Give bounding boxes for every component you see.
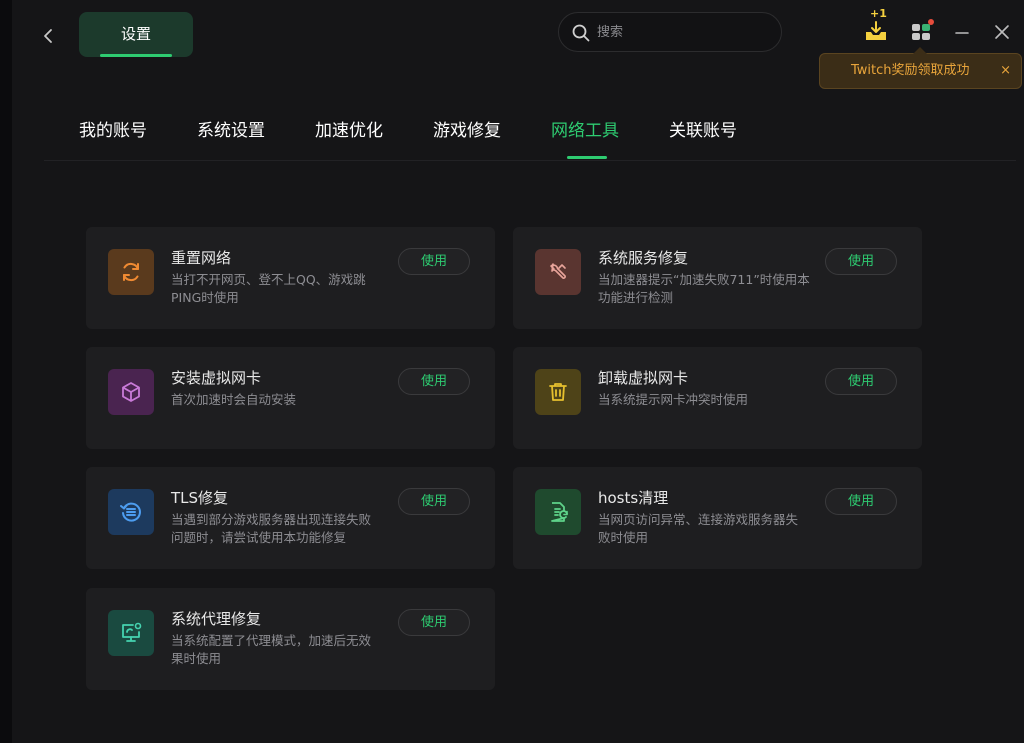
tool-icon-tile bbox=[108, 489, 154, 535]
tab-linked-accounts[interactable]: 关联账号 bbox=[669, 116, 737, 141]
tool-description: 首次加速时会自动安装 bbox=[171, 392, 297, 407]
monitor-icon bbox=[122, 622, 142, 642]
use-button-service-repair[interactable]: 使用 bbox=[825, 248, 897, 275]
nav-divider bbox=[44, 160, 1016, 161]
tool-description: 当遇到部分游戏服务器出现连接失败问题时，请尝试使用本功能修复 bbox=[171, 512, 372, 545]
gift-inbox-icon bbox=[866, 21, 886, 40]
tool-icon-tile bbox=[108, 249, 154, 295]
search-input[interactable] bbox=[597, 13, 767, 51]
tool-description: 当加速器提示“加速失败711”时使用本功能进行检测 bbox=[598, 272, 810, 305]
use-button-reset-network[interactable]: 使用 bbox=[398, 248, 470, 275]
settings-tab[interactable]: 设置 bbox=[79, 12, 193, 57]
toast-message: Twitch奖励领取成功 bbox=[851, 63, 970, 78]
tool-title: TLS修复 bbox=[171, 489, 229, 507]
tool-title: 卸载虚拟网卡 bbox=[598, 369, 689, 387]
close-button[interactable] bbox=[992, 22, 1012, 42]
settings-tab-underline bbox=[100, 54, 172, 57]
toast-close-button[interactable]: × bbox=[1000, 54, 1011, 88]
tab-network-tools[interactable]: 网络工具 bbox=[551, 116, 619, 159]
settings-tab-label: 设置 bbox=[120, 25, 151, 43]
use-button-install-adapter[interactable]: 使用 bbox=[398, 368, 470, 395]
minimize-icon bbox=[955, 32, 969, 34]
trash-icon bbox=[549, 383, 567, 401]
tool-description: 当系统配置了代理模式，加速后无效果时使用 bbox=[171, 633, 372, 666]
tool-title: 系统服务修复 bbox=[598, 249, 689, 267]
use-button-uninstall-adapter[interactable]: 使用 bbox=[825, 368, 897, 395]
tool-description: 当系统提示网卡冲突时使用 bbox=[598, 392, 749, 407]
reward-toast: Twitch奖励领取成功 × bbox=[819, 47, 1022, 89]
minimize-button[interactable] bbox=[952, 22, 972, 42]
tls-icon bbox=[120, 502, 141, 522]
tool-card-uninstall-adapter: 卸载虚拟网卡 当系统提示网卡冲突时使用 使用 bbox=[513, 347, 922, 449]
search-box[interactable] bbox=[558, 12, 782, 52]
tool-card-proxy-repair: 系统代理修复 当系统配置了代理模式，加速后无效果时使用 使用 bbox=[86, 588, 495, 690]
tool-card-install-adapter: 安装虚拟网卡 首次加速时会自动安装 使用 bbox=[86, 347, 495, 449]
close-icon bbox=[995, 25, 1009, 39]
wrench-icon bbox=[550, 263, 566, 279]
reward-button[interactable] bbox=[860, 10, 892, 46]
use-button-hosts-clean[interactable]: 使用 bbox=[825, 488, 897, 515]
refresh-icon bbox=[123, 262, 139, 282]
tab-system-settings[interactable]: 系统设置 bbox=[197, 116, 265, 141]
tool-description: 当网页访问异常、连接游戏服务器失败时使用 bbox=[598, 512, 799, 545]
tab-acceleration[interactable]: 加速优化 bbox=[315, 116, 383, 141]
tab-game-repair[interactable]: 游戏修复 bbox=[433, 116, 501, 141]
tool-title: 安装虚拟网卡 bbox=[171, 369, 262, 387]
tool-card-tls-repair: TLS修复 当遇到部分游戏服务器出现连接失败问题时，请尝试使用本功能修复 使用 bbox=[86, 467, 495, 569]
apps-button[interactable] bbox=[908, 18, 936, 46]
tool-icon-tile bbox=[108, 610, 154, 656]
use-button-tls-repair[interactable]: 使用 bbox=[398, 488, 470, 515]
tool-icon-tile bbox=[535, 369, 581, 415]
tool-icon-tile bbox=[535, 489, 581, 535]
tab-my-account[interactable]: 我的账号 bbox=[79, 116, 147, 141]
tool-title: 系统代理修复 bbox=[171, 610, 262, 628]
chevron-left-icon bbox=[44, 29, 52, 43]
tool-card-reset-network: 重置网络 当打不开网页、登不上QQ、游戏跳PING时使用 使用 bbox=[86, 227, 495, 329]
back-button[interactable] bbox=[36, 22, 60, 50]
tool-title: hosts清理 bbox=[598, 489, 669, 507]
apps-grid-icon bbox=[912, 19, 934, 40]
tool-title: 重置网络 bbox=[171, 249, 232, 267]
tab-network-tools-label: 网络工具 bbox=[551, 121, 619, 141]
use-button-proxy-repair[interactable]: 使用 bbox=[398, 609, 470, 636]
tool-card-service-repair: 系统服务修复 当加速器提示“加速失败711”时使用本功能进行检测 使用 bbox=[513, 227, 922, 329]
search-icon bbox=[572, 24, 590, 42]
cube-icon bbox=[122, 382, 140, 402]
tool-icon-tile bbox=[535, 249, 581, 295]
tool-icon-tile bbox=[108, 369, 154, 415]
tool-description: 当打不开网页、登不上QQ、游戏跳PING时使用 bbox=[171, 272, 366, 305]
tool-card-hosts-clean: hosts清理 当网页访问异常、连接游戏服务器失败时使用 使用 bbox=[513, 467, 922, 569]
active-tab-underline bbox=[567, 156, 607, 159]
document-icon bbox=[551, 502, 568, 522]
